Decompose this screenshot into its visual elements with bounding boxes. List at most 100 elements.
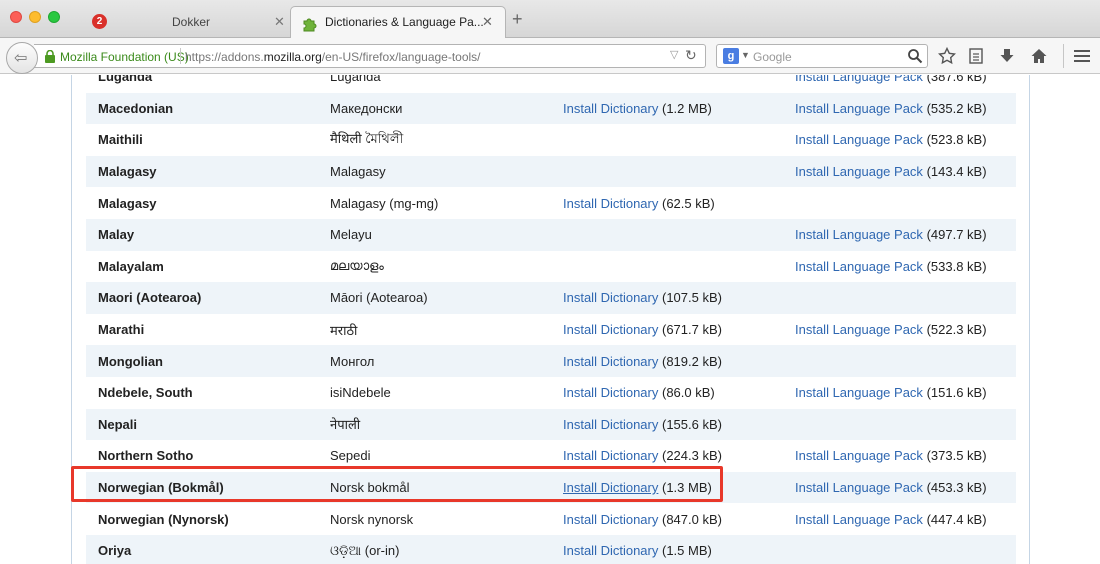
native-name: Malagasy <box>318 155 551 188</box>
dictionary-size: (62.5 kB) <box>662 195 715 211</box>
dictionary-size: (671.7 kB) <box>662 322 722 338</box>
tab-close-icon[interactable]: ✕ <box>274 14 285 30</box>
language-pack-cell: Install Language Pack (497.7 kB) <box>783 218 1016 251</box>
download-icon[interactable] <box>998 47 1016 65</box>
language-name: Norwegian (Bokmål) <box>86 471 318 504</box>
install-language-pack-link[interactable]: Install Language Pack <box>795 101 923 116</box>
dictionary-cell <box>551 155 783 188</box>
install-dictionary-link[interactable]: Install Dictionary <box>563 543 658 558</box>
language-name: Malayalam <box>98 258 164 274</box>
language-pack-cell: Install Language Pack (453.3 kB) <box>783 471 1016 504</box>
install-language-pack-link[interactable]: Install Language Pack <box>795 448 923 463</box>
install-dictionary-link[interactable]: Install Dictionary <box>563 385 658 400</box>
install-dictionary-link[interactable]: Install Dictionary <box>563 322 658 337</box>
tab-dokker[interactable]: Dokker ✕ <box>120 6 292 38</box>
install-language-pack-link[interactable]: Install Language Pack <box>795 512 923 527</box>
install-language-pack-link[interactable]: Install Language Pack <box>795 385 923 400</box>
language-pack-size: (373.5 kB) <box>926 448 987 464</box>
install-language-pack-link[interactable]: Install Language Pack <box>795 75 923 84</box>
native-name: मैथिली মৈথিলী <box>330 130 404 146</box>
url-history-dropdown-icon[interactable]: ▽ <box>670 48 678 61</box>
dictionary-cell: Install Dictionary (847.0 kB) <box>551 503 783 535</box>
language-pack-size: (453.3 kB) <box>926 480 987 496</box>
install-dictionary-link[interactable]: Install Dictionary <box>563 196 658 211</box>
native-name: Luganda <box>330 75 381 85</box>
table-row: Northern Sotho Sepedi Install Dictionary (… <box>86 440 1016 472</box>
dictionary-cell: Install Dictionary (155.6 kB) <box>551 408 783 441</box>
language-name: Northern Sotho <box>98 448 194 464</box>
zoom-window-button[interactable] <box>48 11 60 23</box>
hamburger-menu-icon[interactable] <box>1073 47 1091 65</box>
back-button[interactable]: ⇦ <box>6 42 38 74</box>
table-row: Nepali नेपाली Install Dictionary (155.6 kB… <box>86 408 1016 441</box>
dictionary-size: (224.3 kB) <box>662 448 722 464</box>
language-pack-size: (533.8 kB) <box>926 258 987 274</box>
url-text[interactable]: https://addons.mozilla.org/en-US/firefox… <box>185 50 481 64</box>
table-row: Malagasy Malagasy Install Language Pack (1… <box>86 155 1016 188</box>
native-name: ଓଡ଼ିଆ (or-in) <box>318 534 551 564</box>
install-dictionary-link[interactable]: Install Dictionary <box>563 512 658 527</box>
native-name: Malagasy (mg-mg) <box>330 195 439 211</box>
language-name: Norwegian (Nynorsk) <box>98 511 229 527</box>
dictionary-size: (847.0 kB) <box>662 511 722 527</box>
url-domain: mozilla.org <box>263 50 322 64</box>
native-name: Монгол <box>318 345 551 377</box>
close-window-button[interactable] <box>10 11 22 23</box>
table-row: Norwegian (Bokmål) Norsk bokmål Install Di… <box>86 471 1016 504</box>
native-name: Македонски <box>318 92 551 125</box>
dictionary-size: (86.0 kB) <box>662 385 715 401</box>
install-dictionary-link[interactable]: Install Dictionary <box>563 290 658 305</box>
language-pack-cell: Install Language Pack (373.5 kB) <box>783 440 1016 472</box>
search-bar[interactable]: g ▼ Google <box>716 44 928 68</box>
site-identity[interactable]: Mozilla Foundation (US) <box>60 50 189 64</box>
search-input[interactable]: Google <box>753 50 792 64</box>
install-language-pack-link[interactable]: Install Language Pack <box>795 480 923 495</box>
install-language-pack-link[interactable]: Install Language Pack <box>795 164 923 179</box>
google-engine-icon[interactable]: g <box>723 48 739 64</box>
minimize-window-button[interactable] <box>29 11 41 23</box>
new-tab-button[interactable]: + <box>512 10 523 28</box>
dictionary-size: (1.2 MB) <box>662 100 712 116</box>
table-row: Maori (Aotearoa) Māori (Aotearoa) Install … <box>86 282 1016 314</box>
home-icon[interactable] <box>1030 47 1048 65</box>
dictionary-cell <box>551 251 783 283</box>
dictionary-cell: Install Dictionary (1.5 MB) <box>551 534 783 564</box>
install-language-pack-link[interactable]: Install Language Pack <box>795 259 923 274</box>
reload-icon[interactable]: ↻ <box>685 47 697 64</box>
bookmark-star-icon[interactable] <box>938 47 956 65</box>
back-arrow-icon: ⇦ <box>14 50 28 67</box>
url-path: /en-US/firefox/language-tools/ <box>321 50 481 64</box>
dictionary-size: (819.2 kB) <box>662 353 722 369</box>
install-dictionary-link[interactable]: Install Dictionary <box>563 417 658 432</box>
language-name: Malay <box>86 218 318 251</box>
tab-dictionaries[interactable]: Dictionaries & Language Pa... ✕ <box>290 6 506 38</box>
language-pack-cell: Install Language Pack (151.6 kB) <box>783 377 1016 409</box>
language-pack-size: (143.4 kB) <box>926 164 987 180</box>
install-dictionary-link[interactable]: Install Dictionary <box>563 480 658 495</box>
search-engine-dropdown-icon[interactable]: ▼ <box>741 50 750 60</box>
language-pack-size: (151.6 kB) <box>926 385 987 401</box>
language-pack-cell: Install Language Pack (522.3 kB) <box>783 314 1016 346</box>
native-name: Norsk nynorsk <box>330 511 414 527</box>
table-row: Mongolian Монгол Install Dictionary (819.2… <box>86 345 1016 377</box>
install-language-pack-link[interactable]: Install Language Pack <box>795 132 923 147</box>
bookmarks-menu-icon[interactable] <box>967 47 985 65</box>
native-name: Māori (Aotearoa) <box>318 282 551 314</box>
install-language-pack-link[interactable]: Install Language Pack <box>795 322 923 337</box>
install-language-pack-link[interactable]: Install Language Pack <box>795 227 923 242</box>
language-pack-cell <box>783 534 1016 564</box>
search-icon[interactable] <box>907 48 923 64</box>
tab-close-icon[interactable]: ✕ <box>482 14 493 30</box>
language-pack-cell <box>783 345 1016 377</box>
language-name: Maori (Aotearoa) <box>86 282 318 314</box>
url-bar[interactable]: Mozilla Foundation (US) https://addons.m… <box>34 44 706 68</box>
language-pack-size: (497.7 kB) <box>926 227 987 243</box>
tab-strip: 2 Dokker ✕ Dictionaries & Language Pa...… <box>0 0 1100 38</box>
language-pack-cell: Install Language Pack (533.8 kB) <box>783 251 1016 283</box>
install-dictionary-link[interactable]: Install Dictionary <box>563 101 658 116</box>
language-name: Nepali <box>86 408 318 441</box>
language-pack-size: (523.8 kB) <box>926 132 987 148</box>
install-dictionary-link[interactable]: Install Dictionary <box>563 354 658 369</box>
install-dictionary-link[interactable]: Install Dictionary <box>563 448 658 463</box>
language-pack-size: (535.2 kB) <box>926 100 987 116</box>
